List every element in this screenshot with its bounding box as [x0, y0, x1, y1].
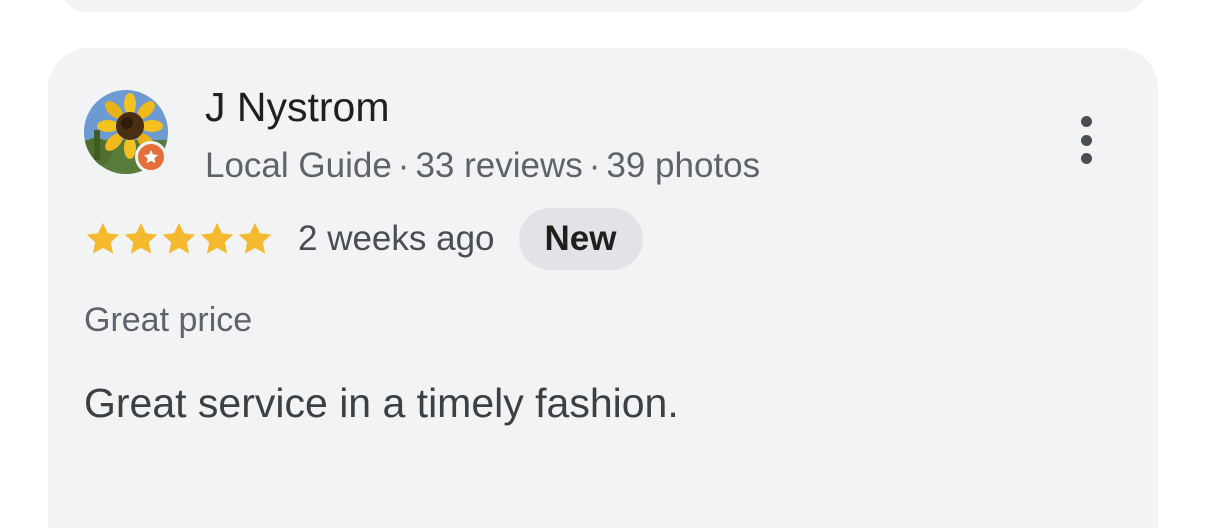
reviewer-meta: Local Guide · 33 reviews · 39 photos	[205, 144, 760, 188]
review-text: Great service in a timely fashion.	[84, 380, 679, 426]
reviewer-name[interactable]: J Nystrom	[205, 82, 390, 132]
star-icon	[238, 222, 272, 254]
star-icon	[124, 222, 158, 254]
more-options-button[interactable]	[1064, 108, 1108, 172]
new-badge: New	[518, 208, 643, 270]
star-icon	[143, 149, 159, 164]
more-vertical-icon-dot	[1080, 116, 1092, 127]
review-time: 2 weeks ago	[298, 219, 495, 258]
star-icon	[200, 222, 234, 254]
more-vertical-icon-dot	[1080, 153, 1092, 164]
meta-separator: ·	[397, 146, 410, 185]
previous-review-card	[60, 0, 1148, 12]
photo-count: 39 photos	[606, 146, 761, 185]
star-icon	[162, 222, 196, 254]
more-vertical-icon-dot	[1080, 134, 1092, 146]
rating-row: 2 weeks ago New	[84, 208, 643, 270]
star-icon	[86, 222, 120, 254]
local-guide-badge	[135, 141, 167, 173]
star-rating	[84, 220, 274, 258]
review-count: 33 reviews	[415, 146, 583, 185]
local-guide-label: Local Guide	[205, 146, 392, 185]
review-tag: Great price	[84, 301, 253, 339]
meta-separator: ·	[588, 146, 601, 185]
